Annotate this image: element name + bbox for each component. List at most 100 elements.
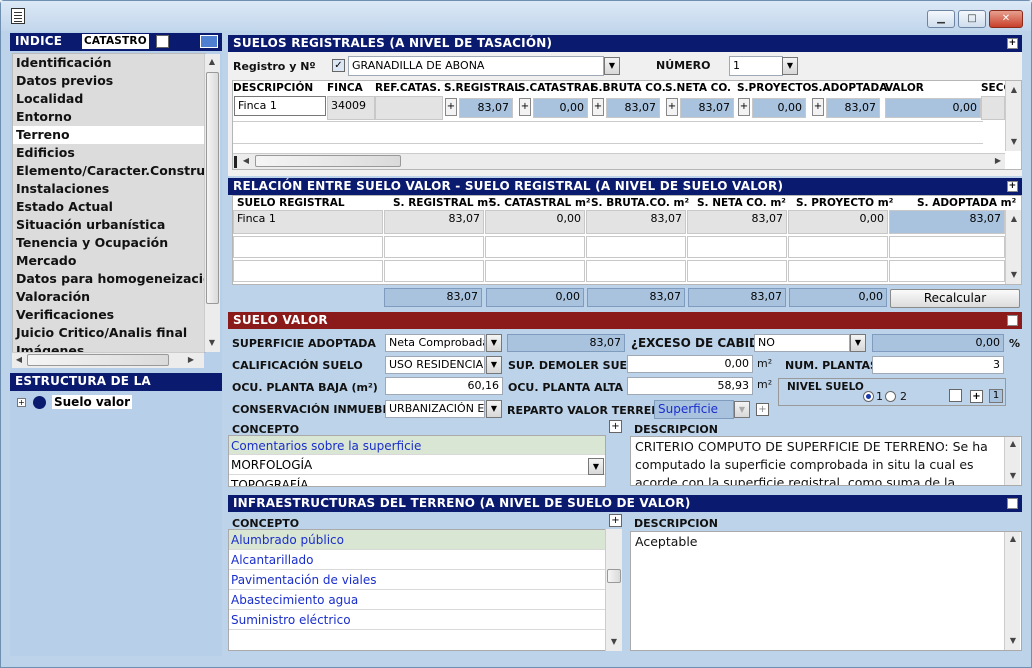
grid-hscroll[interactable]: ◀ ▶ [233, 153, 1005, 169]
hscroll-thumb[interactable] [255, 155, 401, 167]
scroll-down-icon[interactable]: ▼ [1006, 471, 1020, 480]
relacion-cell[interactable]: Finca 1 [233, 210, 383, 234]
demoler-input[interactable]: 0,00 [627, 355, 753, 373]
sidebar-item[interactable]: Tenencia y Ocupación [13, 234, 205, 252]
relacion-vscroll[interactable]: ▲ ▼ [1005, 210, 1021, 284]
registro-checkbox[interactable]: ✓ [332, 59, 345, 72]
scroll-left-icon[interactable]: ◀ [12, 355, 26, 364]
empty-cell[interactable] [788, 236, 888, 258]
catastro-icon[interactable] [200, 35, 218, 48]
relacion-cell[interactable]: 0,00 [788, 210, 888, 234]
chevron-down-icon[interactable]: ▼ [486, 356, 502, 374]
empty-cell[interactable] [889, 236, 1005, 258]
infra-item[interactable]: Alumbrado público [229, 530, 605, 550]
empty-cell[interactable] [687, 236, 787, 258]
empty-cell[interactable] [233, 260, 383, 282]
chevron-down-icon[interactable]: ▼ [604, 57, 620, 75]
chevron-down-icon[interactable]: ▼ [588, 458, 604, 475]
empty-cell[interactable] [485, 260, 585, 282]
scroll-up-icon[interactable]: ▲ [1006, 439, 1020, 448]
empty-cell[interactable] [384, 236, 484, 258]
scroll-up-icon[interactable]: ▲ [205, 57, 219, 66]
scroll-down-icon[interactable]: ▼ [1007, 270, 1021, 279]
chevron-down-icon[interactable]: ▼ [782, 57, 798, 75]
maximize-button[interactable]: □ [958, 10, 986, 28]
concepto-item[interactable]: TOPOGRAFÍA [229, 475, 605, 486]
relacion-cell[interactable]: 83,07 [889, 210, 1005, 234]
scroll-left-icon[interactable]: ◀ [239, 156, 253, 165]
relacion-cell[interactable]: 0,00 [485, 210, 585, 234]
scroll-right-icon[interactable]: ▶ [184, 355, 198, 364]
scroll-thumb[interactable] [607, 569, 621, 583]
relacion-cell[interactable]: 83,07 [687, 210, 787, 234]
cell-s_catastral[interactable]: 0,00 [533, 98, 588, 118]
sidebar-item[interactable]: Terreno [13, 126, 205, 144]
add-concepto-icon[interactable]: + [609, 420, 622, 433]
add-reparto-icon[interactable]: + [756, 403, 769, 416]
add-icon[interactable]: + [738, 98, 750, 116]
ocu-alta-input[interactable]: 58,93 [627, 377, 753, 395]
scroll-up-icon[interactable]: ▲ [1007, 85, 1021, 94]
sidebar-item[interactable]: Verificaciones [13, 306, 205, 324]
chevron-down-icon[interactable]: ▼ [486, 400, 502, 418]
sidebar-item[interactable]: Entorno [13, 108, 205, 126]
sidebar-item[interactable]: Identificación [13, 54, 205, 72]
numero-select[interactable]: 1 [729, 56, 783, 76]
exceso-select[interactable]: NO [754, 334, 850, 352]
catastro-checkbox[interactable] [156, 35, 169, 48]
minimize-button[interactable]: ▁ [927, 10, 955, 28]
registro-select[interactable]: GRANADILLA DE ABONA [348, 56, 604, 76]
descripcion-vscroll[interactable]: ▲ ▼ [1004, 437, 1020, 485]
cell-ref-catas[interactable] [375, 96, 443, 120]
empty-cell[interactable] [889, 260, 1005, 282]
reparto-select[interactable]: Superficie [654, 400, 734, 419]
scroll-up-icon[interactable]: ▲ [1007, 214, 1021, 223]
add-icon[interactable]: + [519, 98, 531, 116]
add-icon[interactable]: + [445, 98, 457, 116]
collapse-icon[interactable] [1007, 498, 1018, 509]
ocu-baja-input[interactable]: 60,16 [385, 377, 503, 395]
plantas-input[interactable]: 3 [872, 356, 1004, 374]
add-icon[interactable]: + [812, 98, 824, 116]
nivel-checkbox[interactable] [949, 389, 962, 402]
cell-finca[interactable]: 34009 [327, 96, 375, 120]
collapse-icon[interactable] [1007, 315, 1018, 326]
indice-hscroll[interactable]: ◀ ▶ [12, 352, 204, 368]
sidebar-item[interactable]: Datos para homogeneización [13, 270, 205, 288]
nivel-radio-1[interactable] [863, 391, 874, 402]
cell-s_proyecto[interactable]: 0,00 [752, 98, 806, 118]
cell-s_adoptada[interactable]: 83,07 [826, 98, 880, 118]
sidebar-item[interactable]: Elemento/Caracter.Constructivas [13, 162, 205, 180]
recalcular-button[interactable]: Recalcular [890, 289, 1020, 308]
sidebar-item[interactable]: Situación urbanística [13, 216, 205, 234]
scroll-thumb[interactable] [206, 72, 219, 304]
hscroll-thumb[interactable] [27, 354, 169, 366]
add-icon[interactable]: + [1007, 181, 1018, 192]
sidebar-item[interactable]: Instalaciones [13, 180, 205, 198]
sidebar-item[interactable]: Localidad [13, 90, 205, 108]
cell-s_registral[interactable]: 83,07 [459, 98, 513, 118]
sidebar-item[interactable]: Estado Actual [13, 198, 205, 216]
chevron-down-icon[interactable]: ▼ [734, 401, 750, 418]
calificacion-select[interactable]: USO RESIDENCIAL [385, 356, 485, 374]
indice-vscroll[interactable]: ▲ ▼ [204, 54, 220, 352]
scroll-up-icon[interactable]: ▲ [1006, 534, 1020, 543]
infra-vscroll[interactable]: ▼ [605, 529, 622, 651]
relacion-cell[interactable]: 83,07 [586, 210, 686, 234]
empty-cell[interactable] [586, 260, 686, 282]
scroll-down-icon[interactable]: ▼ [1007, 137, 1021, 146]
infra-item[interactable]: Alcantarillado [229, 550, 605, 570]
sidebar-item[interactable]: Juicio Critico/Analis final [13, 324, 205, 342]
sidebar-item[interactable]: Edificios [13, 144, 205, 162]
empty-cell[interactable] [788, 260, 888, 282]
cell-valor[interactable]: 0,00 [885, 98, 981, 118]
chevron-down-icon[interactable]: ▼ [850, 334, 866, 352]
concepto-item[interactable]: Comentarios sobre la superficie [229, 436, 605, 455]
scroll-down-icon[interactable]: ▼ [607, 637, 621, 646]
close-button[interactable]: ✕ [989, 10, 1023, 28]
add-icon[interactable]: + [1007, 38, 1018, 49]
conservacion-select[interactable]: URBANIZACIÓN EN [385, 400, 485, 418]
add-infra-icon[interactable]: + [609, 514, 622, 527]
empty-cell[interactable] [233, 236, 383, 258]
add-icon[interactable]: + [592, 98, 604, 116]
